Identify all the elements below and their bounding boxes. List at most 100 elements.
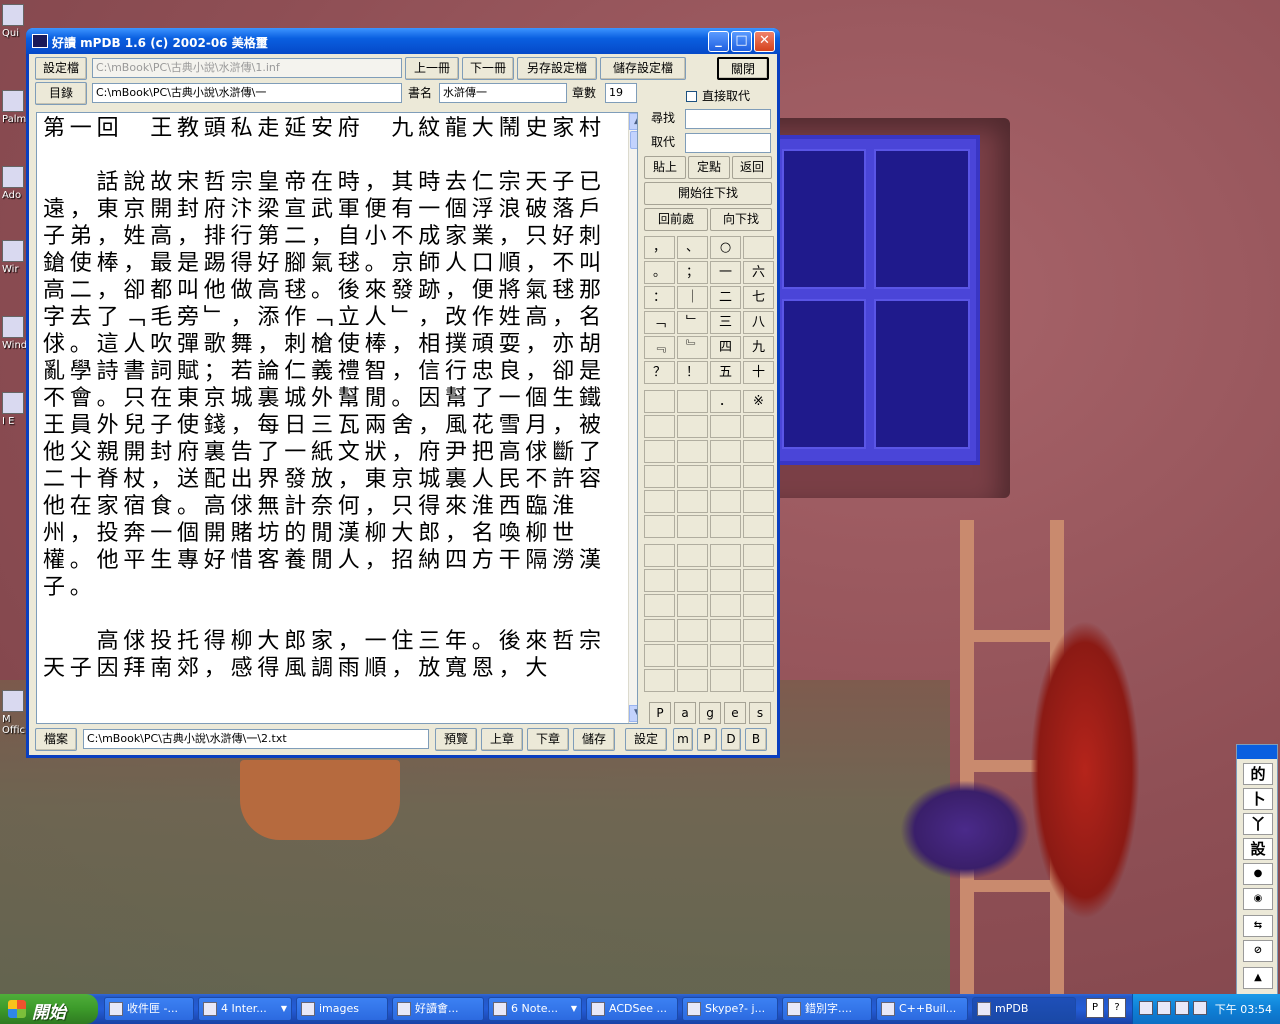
- symbol-key-empty[interactable]: [677, 544, 708, 567]
- symbol-key[interactable]: [677, 390, 708, 413]
- scroll-down-icon[interactable]: ▼: [629, 705, 637, 722]
- preview-button[interactable]: 預覽: [435, 728, 477, 751]
- next-book-button[interactable]: 下一冊: [462, 57, 514, 80]
- symbol-key-empty[interactable]: [677, 619, 708, 642]
- file-path-field[interactable]: C:\mBook\PC\古典小說\水滸傳\一\2.txt: [83, 729, 429, 749]
- symbol-key-empty[interactable]: [743, 490, 774, 513]
- symbol-key[interactable]: 三: [710, 311, 741, 334]
- symbol-key-empty[interactable]: [644, 440, 675, 463]
- symbol-key-empty[interactable]: [644, 490, 675, 513]
- symbol-key[interactable]: ：: [644, 286, 675, 309]
- task-skype[interactable]: Skype?- j...: [682, 997, 778, 1021]
- task-inbox[interactable]: 收件匣 -...: [104, 997, 194, 1021]
- symbol-key[interactable]: ○: [710, 236, 741, 259]
- m-button[interactable]: m: [673, 728, 693, 751]
- symbol-key-empty[interactable]: [710, 515, 741, 538]
- settings-file-button[interactable]: 設定檔: [35, 57, 87, 80]
- book-name-field[interactable]: 水滸傳一: [439, 83, 567, 103]
- ime-settings-button[interactable]: 設: [1243, 838, 1273, 860]
- minimize-button[interactable]: _: [708, 31, 729, 52]
- symbol-key[interactable]: ；: [677, 261, 708, 284]
- b-button[interactable]: B: [745, 728, 767, 751]
- symbol-key[interactable]: [644, 390, 675, 413]
- ime-arrows-icon[interactable]: ⇆: [1243, 915, 1273, 937]
- symbol-key-empty[interactable]: [710, 415, 741, 438]
- tray-network-icon[interactable]: [1157, 1001, 1171, 1015]
- save-button[interactable]: 儲存: [573, 728, 615, 751]
- symbol-key[interactable]: ﹂: [677, 311, 708, 334]
- symbol-key[interactable]: 、: [677, 236, 708, 259]
- find-next-button[interactable]: 向下找: [710, 208, 772, 231]
- settings-button[interactable]: 設定: [625, 728, 667, 751]
- symbol-key[interactable]: ﹄: [677, 336, 708, 359]
- desktop-icon-quicktime[interactable]: Qui: [2, 4, 28, 39]
- ime-input-method-button[interactable]: 卜: [1243, 788, 1273, 810]
- save-settings-button[interactable]: 儲存設定檔: [600, 57, 686, 80]
- symbol-key[interactable]: ｜: [677, 286, 708, 309]
- symbol-key-empty[interactable]: [710, 440, 741, 463]
- symbol-key-empty[interactable]: [710, 669, 741, 692]
- book-text-area[interactable]: 第一回 王教頭私走延安府 九紋龍大鬧史家村 話說故宋哲宗皇帝在時，其時去仁宗天子…: [36, 112, 638, 724]
- language-bar-icon[interactable]: P: [1086, 998, 1104, 1018]
- scroll-up-icon[interactable]: ▲: [629, 113, 637, 130]
- scroll-thumb[interactable]: [630, 131, 637, 149]
- file-button[interactable]: 檔案: [35, 728, 77, 751]
- task-notepad[interactable]: 6 Note... ▼: [488, 997, 582, 1021]
- symbol-key[interactable]: 八: [743, 311, 774, 334]
- symbol-key-empty[interactable]: [644, 515, 675, 538]
- ime-halfwidth-button[interactable]: 丫: [1243, 813, 1273, 835]
- symbol-key-empty[interactable]: [677, 569, 708, 592]
- task-haodoo[interactable]: 好讀會...: [392, 997, 484, 1021]
- symbol-key-empty[interactable]: [743, 465, 774, 488]
- tray-volume-icon[interactable]: [1175, 1001, 1189, 1015]
- symbol-key-empty[interactable]: [743, 544, 774, 567]
- toc-button[interactable]: 目錄: [35, 82, 87, 105]
- paste-button[interactable]: 貼上: [644, 156, 686, 179]
- symbol-key-empty[interactable]: [677, 415, 708, 438]
- symbol-key-empty[interactable]: [710, 490, 741, 513]
- symbol-key-empty[interactable]: [743, 644, 774, 667]
- symbol-key[interactable]: 十: [743, 361, 774, 384]
- symbol-key-empty[interactable]: [677, 440, 708, 463]
- symbol-key-empty[interactable]: [644, 544, 675, 567]
- prev-book-button[interactable]: 上一冊: [405, 57, 459, 80]
- maximize-button[interactable]: □: [731, 31, 752, 52]
- symbol-key-empty[interactable]: [743, 594, 774, 617]
- symbol-key-empty[interactable]: [677, 515, 708, 538]
- find-input[interactable]: [685, 109, 771, 129]
- page-button-g[interactable]: g: [699, 702, 721, 724]
- vertical-scrollbar[interactable]: ▲ ▼: [628, 113, 637, 723]
- desktop-icon-office[interactable]: M Offic: [2, 690, 28, 736]
- symbol-key[interactable]: ﹃: [644, 336, 675, 359]
- return-button[interactable]: 返回: [732, 156, 772, 179]
- symbol-key-empty[interactable]: [644, 465, 675, 488]
- symbol-key[interactable]: ※: [743, 390, 774, 413]
- symbol-key[interactable]: 二: [710, 286, 741, 309]
- symbol-key-empty[interactable]: [743, 669, 774, 692]
- task-internet[interactable]: 4 Inter... ▼: [198, 997, 292, 1021]
- symbol-key-empty[interactable]: [644, 415, 675, 438]
- symbol-key-empty[interactable]: [743, 619, 774, 642]
- symbol-key-empty[interactable]: [644, 569, 675, 592]
- symbol-key-empty[interactable]: [710, 465, 741, 488]
- replace-input[interactable]: [685, 133, 771, 153]
- symbol-key-empty[interactable]: [710, 594, 741, 617]
- desktop-icon-adobe[interactable]: Ado: [2, 166, 28, 201]
- symbol-key[interactable]: 五: [710, 361, 741, 384]
- symbol-key-empty[interactable]: [710, 544, 741, 567]
- ime-globe-icon[interactable]: ◉: [1243, 888, 1273, 910]
- page-button-e[interactable]: e: [724, 702, 746, 724]
- symbol-key-empty[interactable]: [743, 440, 774, 463]
- page-button-a[interactable]: a: [674, 702, 696, 724]
- task-acdsee[interactable]: ACDSee ...: [586, 997, 678, 1021]
- desktop-icon-windows[interactable]: Wind: [2, 316, 28, 351]
- symbol-key-empty[interactable]: [743, 515, 774, 538]
- close-button[interactable]: 關閉: [717, 57, 769, 80]
- symbol-key-empty[interactable]: [743, 569, 774, 592]
- anchor-button[interactable]: 定點: [688, 156, 730, 179]
- search-down-button[interactable]: 開始往下找: [644, 182, 772, 205]
- symbol-key[interactable]: 四: [710, 336, 741, 359]
- task-typo[interactable]: 錯別字....: [782, 997, 872, 1021]
- task-cppbuilder[interactable]: C++Buil...: [876, 997, 968, 1021]
- symbol-key-empty[interactable]: [644, 644, 675, 667]
